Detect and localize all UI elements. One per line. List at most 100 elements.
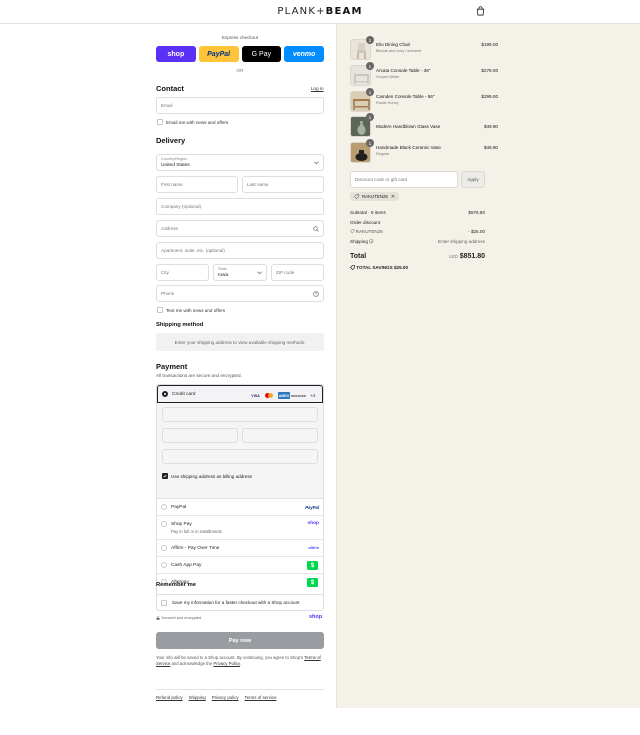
total-savings-row: TOTAL SAVINGS $25.00 xyxy=(350,265,485,270)
discount-row: RAKUTEN25- $25.00 xyxy=(350,229,485,234)
shop-logo: shop xyxy=(309,614,323,620)
tag-icon xyxy=(354,194,359,199)
more-cards-count: +4 xyxy=(310,393,316,398)
pay-now-button[interactable]: Pay now xyxy=(156,632,324,649)
search-icon xyxy=(313,226,319,232)
cash-app-option[interactable]: Cash App Pay $ xyxy=(157,557,323,574)
refund-policy-link[interactable]: Refund policy xyxy=(156,695,183,700)
paypal-option[interactable]: PayPal PayPal xyxy=(157,499,323,516)
card-expiry-field[interactable] xyxy=(162,428,238,443)
shop-pay-option-sub: Pay in full or in installments xyxy=(171,529,222,534)
paypal-radio[interactable] xyxy=(161,504,167,510)
shopping-bag-icon[interactable] xyxy=(476,6,485,16)
help-icon[interactable] xyxy=(313,291,319,297)
shop-pay-icon: shop xyxy=(307,521,319,526)
billing-same-checkbox[interactable] xyxy=(162,473,168,479)
venmo-button[interactable]: venmo xyxy=(284,46,324,62)
chevron-down-icon xyxy=(257,271,262,275)
item-name: Arcata Console Table - 36" xyxy=(376,68,431,73)
text-news-checkbox[interactable] xyxy=(157,307,163,313)
express-buttons: shop PayPal G Pay venmo xyxy=(156,46,324,62)
delivery-heading: Delivery xyxy=(156,136,186,145)
shop-pay-button[interactable]: shop xyxy=(156,46,196,62)
line-item: 1 Handmade Black Ceramic Vase Regular $4… xyxy=(350,139,498,164)
item-name: Elio Dining Chair xyxy=(376,42,411,47)
email-news-checkbox[interactable] xyxy=(157,119,163,125)
order-summary: 1 Elio Dining Chair Blonde and ivory / t… xyxy=(336,24,640,708)
tag-icon xyxy=(350,265,355,270)
item-variant: Blonde and ivory / textured xyxy=(376,49,422,53)
state-select[interactable]: State Iowa xyxy=(213,264,267,281)
last-name-field[interactable]: Last name xyxy=(242,176,324,193)
info-icon[interactable] xyxy=(369,239,374,244)
order-discount-label: Order discount xyxy=(350,220,381,225)
shipping-row: Shipping Enter shipping address xyxy=(350,239,485,244)
city-field[interactable]: City xyxy=(156,264,209,281)
line-item: 1 Modern Handblown Glass Vase $49.90 xyxy=(350,113,498,138)
cash-app-radio[interactable] xyxy=(161,562,167,568)
billing-same-label: Use shipping address as billing address xyxy=(171,474,252,479)
shipping-method-heading: Shipping method xyxy=(156,322,204,328)
item-price: $299.00 xyxy=(481,94,498,99)
shop-pay-option[interactable]: Shop Pay Pay in full or in installments … xyxy=(157,516,323,540)
shop-pay-radio[interactable] xyxy=(161,521,167,527)
card-details-form: Use shipping address as billing address xyxy=(157,403,323,499)
footer-links: Refund policy Shipping Privacy policy Te… xyxy=(156,689,324,700)
first-name-field[interactable]: First name xyxy=(156,176,238,193)
remove-discount-icon[interactable]: ✕ xyxy=(391,194,395,200)
quantity-badge: 1 xyxy=(366,36,374,44)
email-news-label: Email me with news and offers xyxy=(166,120,229,125)
tag-icon xyxy=(350,229,355,234)
apartment-field[interactable]: Apartment, suite, etc. (optional) xyxy=(156,242,324,259)
checkout-form: Express checkout shop PayPal G Pay venmo… xyxy=(0,24,336,708)
payment-options: Credit card VISA AMEX DISCOVER +4 Use sh… xyxy=(156,384,324,598)
line-item: 1 Arcata Console Table - 36" Greyed Whit… xyxy=(350,62,498,87)
remember-me-label: Save my information for a faster checkou… xyxy=(172,600,300,605)
brand-logo[interactable]: PLANK+BEAM xyxy=(0,6,640,17)
item-price: $49.90 xyxy=(483,145,498,150)
credit-card-radio[interactable] xyxy=(162,391,168,397)
company-field[interactable]: Company (optional) xyxy=(156,198,324,215)
quantity-badge: 1 xyxy=(366,139,374,147)
privacy-link[interactable]: Privacy Policy xyxy=(213,661,239,666)
phone-field[interactable]: Phone xyxy=(156,285,324,302)
affirm-option[interactable]: Affirm - Pay Over Time affirm xyxy=(157,540,323,557)
chevron-down-icon xyxy=(314,161,319,165)
secure-note: Secured and encrypted xyxy=(156,615,201,620)
privacy-policy-link[interactable]: Privacy policy xyxy=(212,695,239,700)
remember-me-checkbox[interactable] xyxy=(161,600,167,606)
line-item: 1 Camden Console Table - 56" Rustic Hone… xyxy=(350,88,498,113)
apply-discount-button[interactable]: Apply xyxy=(461,171,485,188)
paypal-option-label: PayPal xyxy=(171,505,187,510)
item-variant: Rustic Honey xyxy=(376,101,399,105)
text-news-label: Text me with news and offers xyxy=(166,308,226,313)
address-field[interactable]: Address xyxy=(156,220,324,237)
zip-field[interactable]: ZIP code xyxy=(271,264,324,281)
discount-tag: RAKUTEN25 ✕ xyxy=(350,192,400,201)
email-field[interactable]: Email xyxy=(156,97,324,114)
credit-card-option[interactable]: Credit card VISA AMEX DISCOVER +4 xyxy=(157,385,323,403)
login-link[interactable]: Log in xyxy=(311,86,324,91)
shipping-link[interactable]: Shipping xyxy=(189,695,206,700)
item-price: $49.90 xyxy=(483,124,498,129)
subtotal-row: Subtotal · 5 items $876.80 xyxy=(350,210,485,215)
paypal-button[interactable]: PayPal xyxy=(198,46,239,62)
quantity-badge: 1 xyxy=(366,113,374,121)
card-cvv-field[interactable] xyxy=(242,428,318,443)
item-variant: Greyed White xyxy=(376,75,400,79)
cash-app-option-label: Cash App Pay xyxy=(171,563,202,568)
card-name-field[interactable] xyxy=(162,449,318,464)
remember-me-box[interactable]: Save my information for a faster checkou… xyxy=(156,594,324,611)
google-pay-button[interactable]: G Pay xyxy=(241,46,282,62)
card-number-field[interactable] xyxy=(162,407,318,422)
payment-heading: Payment xyxy=(156,362,188,371)
affirm-radio[interactable] xyxy=(161,545,167,551)
discount-code-input[interactable]: Discount code or gift card xyxy=(350,171,458,188)
quantity-badge: 1 xyxy=(366,88,374,96)
affirm-icon: affirm xyxy=(308,546,319,550)
amex-icon: AMEX xyxy=(278,392,290,399)
or-divider: OR xyxy=(236,68,244,73)
top-header: PLANK+BEAM xyxy=(0,0,640,24)
country-select[interactable]: Country/Region United States xyxy=(156,154,324,171)
terms-of-service-link[interactable]: Terms of service xyxy=(245,695,277,700)
